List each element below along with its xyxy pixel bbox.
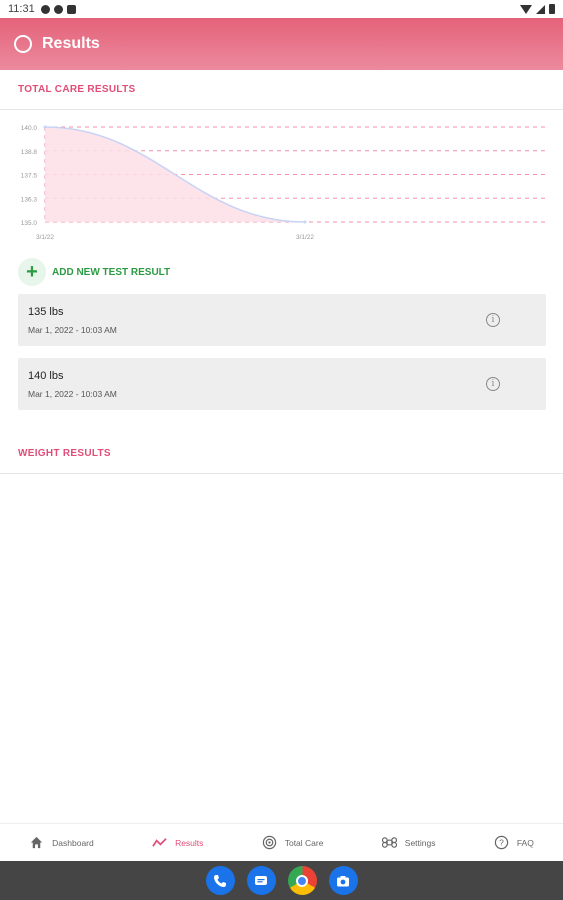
plus-icon: + [18, 258, 46, 286]
section-header-weight: WEIGHT RESULTS [0, 434, 563, 474]
svg-text:?: ? [499, 838, 504, 848]
app-bar: Results [0, 18, 563, 70]
result-card[interactable]: 135 lbs Mar 1, 2022 - 10:03 AM i [18, 294, 546, 346]
result-value: 135 lbs [28, 306, 64, 318]
nav-item-total-care[interactable]: Total Care [262, 835, 324, 850]
page-title: Results [42, 35, 100, 52]
result-date: Mar 1, 2022 - 10:03 AM [28, 325, 117, 335]
status-time: 11:31 [8, 3, 35, 15]
nav-item-dashboard[interactable]: Dashboard [29, 835, 94, 850]
target-icon [262, 835, 276, 850]
wifi-icon [520, 4, 532, 14]
x-tick-label: 3/1/22 [36, 234, 54, 241]
y-tick-label: 137.5 [21, 173, 38, 180]
signal-icon [536, 4, 545, 14]
messages-icon[interactable] [246, 866, 276, 895]
trend-icon [152, 838, 167, 847]
help-icon: ? [494, 835, 509, 850]
result-date: Mar 1, 2022 - 10:03 AM [28, 389, 117, 399]
camera-icon[interactable] [328, 866, 358, 895]
chrome-icon[interactable] [287, 866, 317, 895]
section-header-total-care: TOTAL CARE RESULTS [0, 70, 563, 110]
x-tick-label: 3/1/22 [296, 234, 314, 241]
nav-item-results[interactable]: Results [152, 835, 203, 850]
battery-icon [549, 4, 555, 14]
notification-icon [40, 4, 50, 14]
info-icon[interactable]: i [486, 377, 500, 391]
bottom-navigation: Dashboard Results Total Care Settings ? … [0, 823, 563, 861]
home-icon [31, 836, 43, 849]
results-chart: 140.0 138.8 137.5 136.3 135.0 3/1/22 3/1/22 [21, 125, 545, 241]
y-tick-label: 138.8 [21, 149, 38, 156]
info-icon[interactable]: i [486, 313, 500, 327]
add-new-test-result-button[interactable]: + ADD NEW TEST RESULT [18, 258, 170, 286]
nav-item-faq[interactable]: ? FAQ [494, 835, 534, 850]
status-bar: 11:31 [0, 0, 563, 18]
nav-label: Total Care [284, 837, 324, 848]
nav-label: Dashboard [52, 837, 94, 848]
y-tick-label: 140.0 [21, 125, 38, 132]
data-point [43, 125, 47, 129]
y-tick-label: 136.3 [21, 196, 38, 203]
command-icon [381, 837, 397, 848]
nav-label: Settings [404, 837, 436, 848]
nav-item-settings[interactable]: Settings [381, 835, 436, 850]
nav-label: FAQ [516, 837, 534, 848]
result-card[interactable]: 140 lbs Mar 1, 2022 - 10:03 AM i [18, 358, 546, 410]
nav-label: Results [175, 837, 204, 848]
result-value: 140 lbs [28, 370, 64, 382]
phone-icon[interactable] [205, 866, 235, 895]
app-logo-icon [14, 35, 32, 53]
notification-icon [66, 4, 76, 14]
system-dock [0, 861, 563, 900]
y-tick-label: 135.0 [21, 220, 38, 227]
add-new-test-result-label: ADD NEW TEST RESULT [52, 266, 171, 278]
notification-icon [53, 4, 63, 14]
data-point [303, 220, 307, 224]
